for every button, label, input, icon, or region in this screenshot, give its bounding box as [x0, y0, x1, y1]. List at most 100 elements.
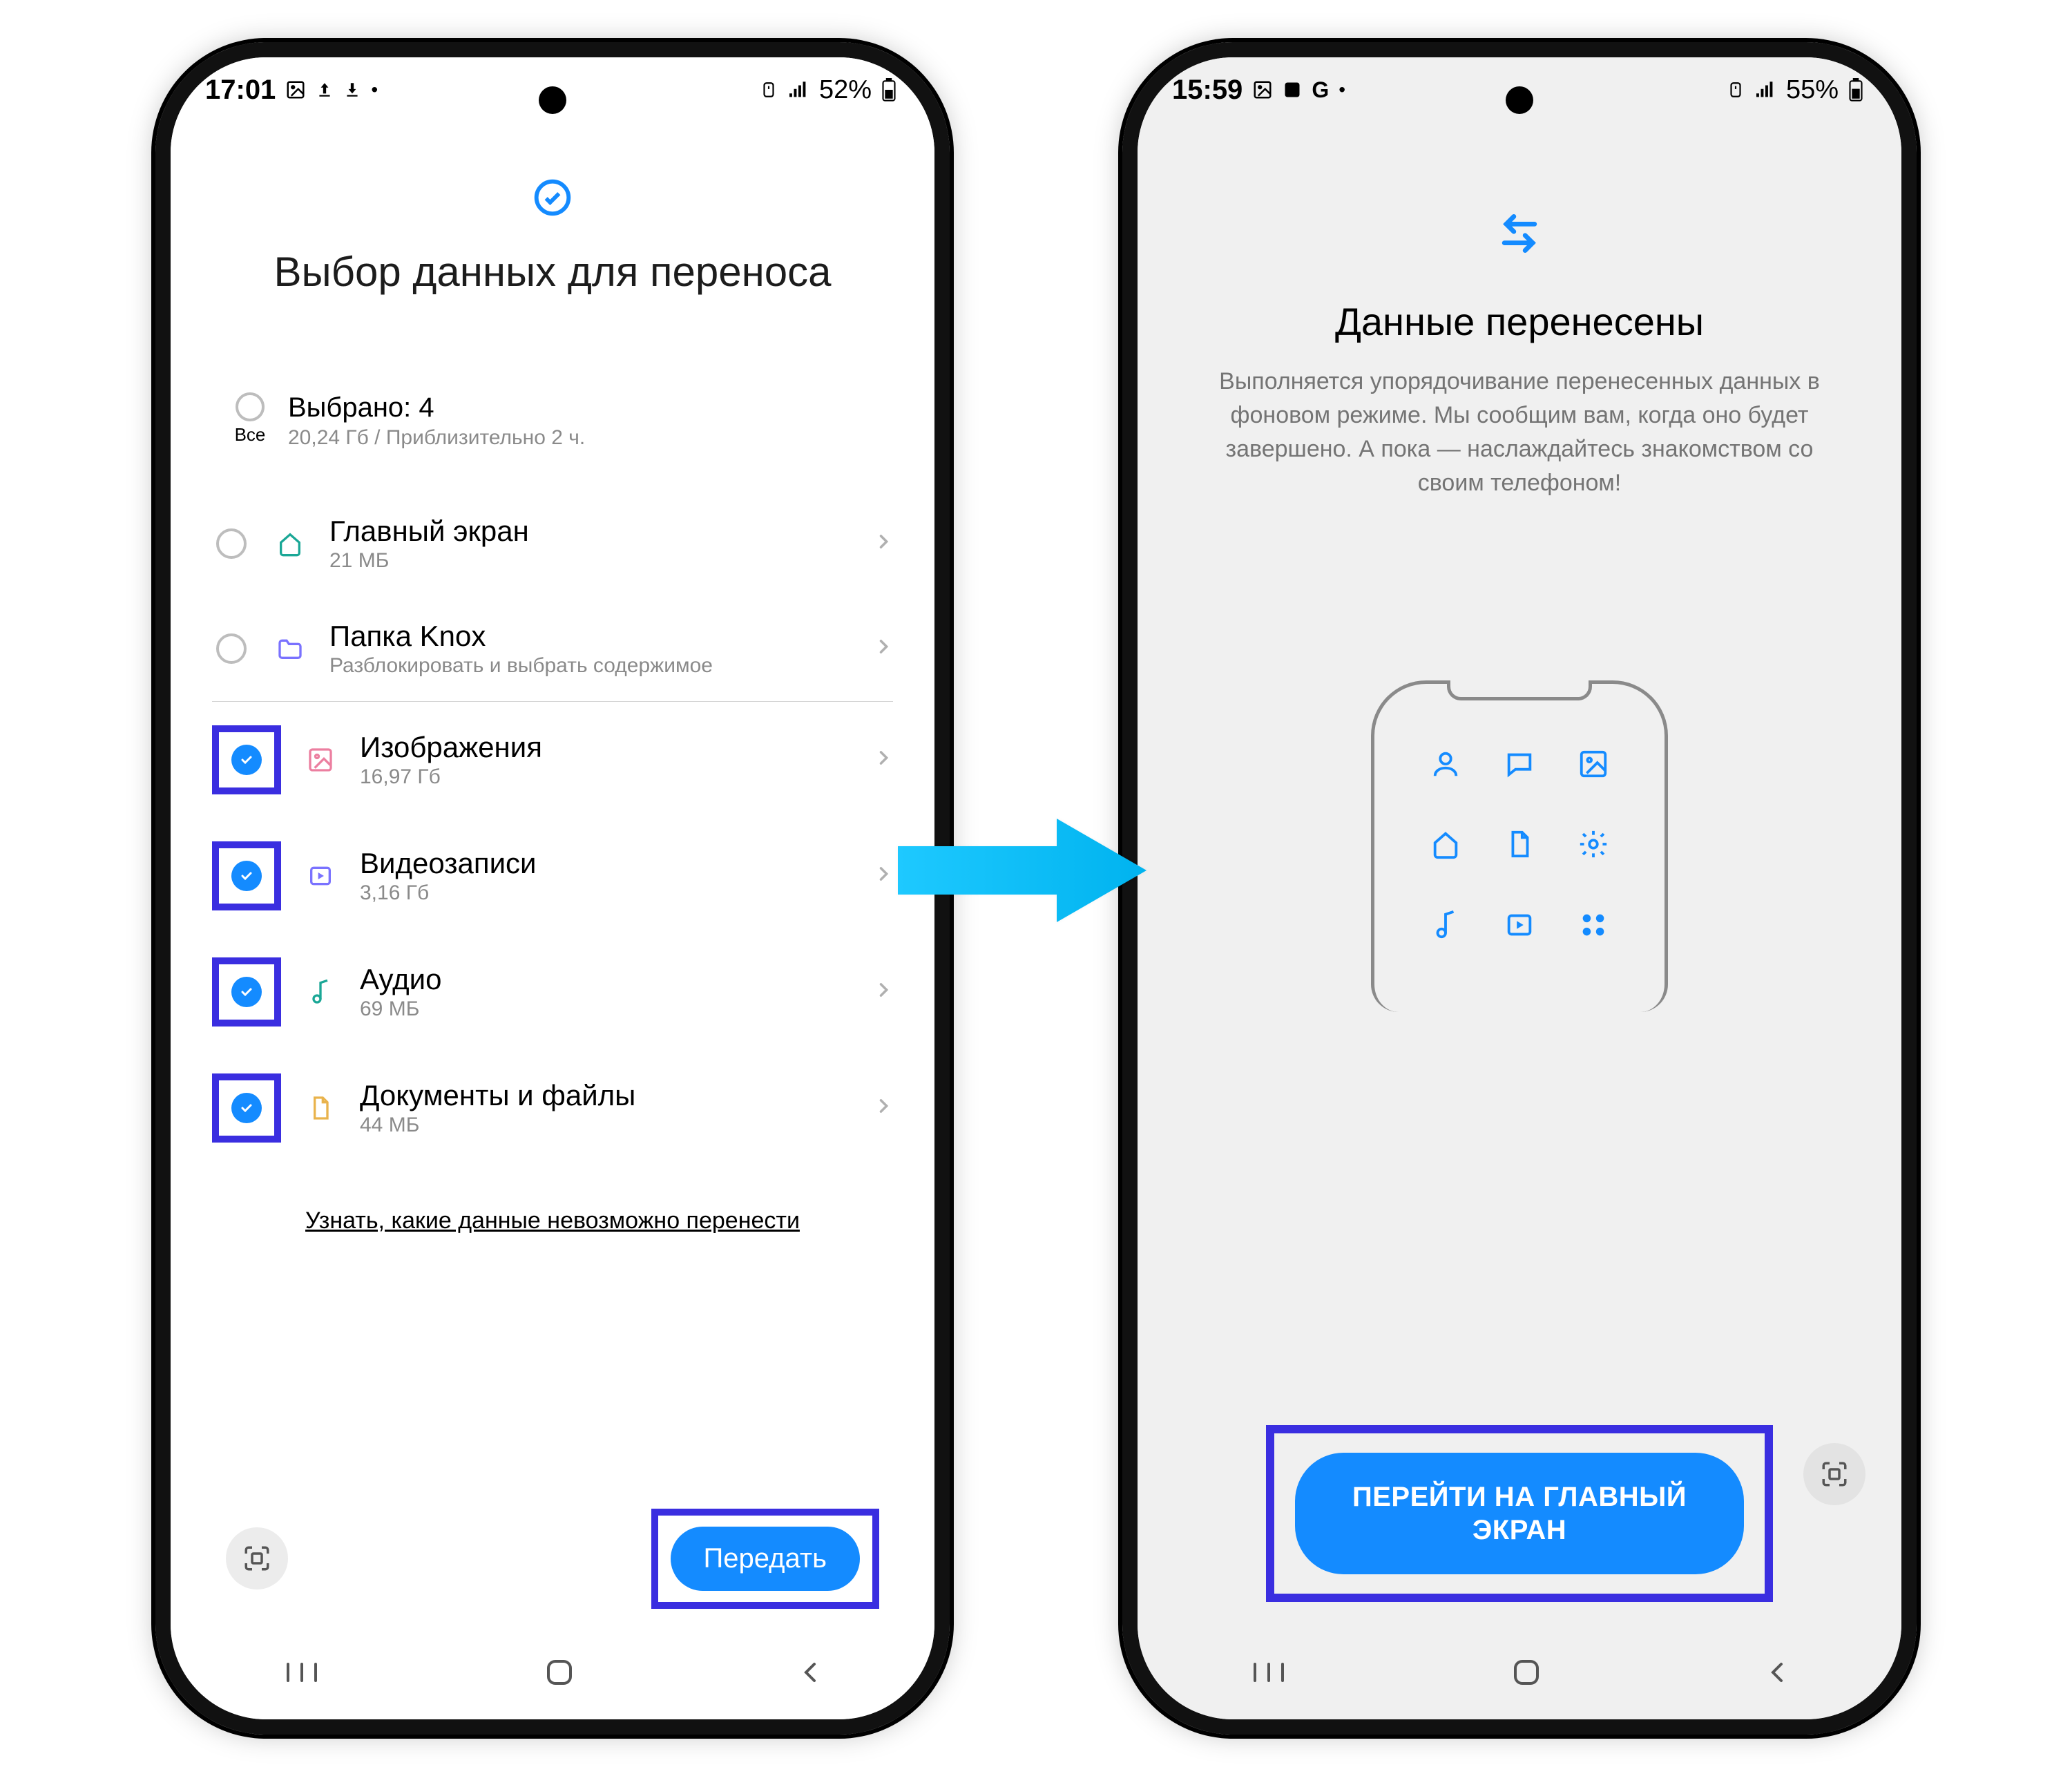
signal-icon — [1754, 81, 1776, 99]
signal-icon — [787, 81, 809, 99]
item-checkbox[interactable] — [231, 745, 262, 775]
select-all-row[interactable]: Все Выбрано: 4 20,24 Гб / Приблизительно… — [212, 392, 893, 464]
image-icon — [285, 79, 306, 100]
chevron-right-icon — [874, 864, 893, 887]
select-all-label: Все — [235, 424, 266, 446]
home-icon — [274, 528, 306, 560]
list-item[interactable]: Главный экран21 МБ — [212, 491, 893, 596]
capture-button[interactable] — [1803, 1443, 1865, 1505]
checkbox-highlight — [212, 841, 281, 910]
send-button[interactable]: Передать — [671, 1527, 860, 1591]
nav-home[interactable] — [1511, 1657, 1542, 1691]
data-icon — [1727, 79, 1745, 100]
apps-icon — [1577, 909, 1609, 944]
nav-back[interactable] — [1763, 1659, 1791, 1690]
item-checkbox[interactable] — [231, 861, 262, 891]
checkbox-highlight — [212, 629, 251, 668]
doc-icon — [305, 1092, 336, 1124]
home-button-highlight: ПЕРЕЙТИ НА ГЛАВНЫЙ ЭКРАН — [1266, 1425, 1773, 1602]
item-sub: 69 МБ — [360, 997, 850, 1021]
swap-arrows-icon — [1496, 213, 1543, 258]
item-checkbox[interactable] — [216, 633, 247, 664]
doc-icon — [1504, 828, 1535, 863]
status-time: 17:01 — [205, 75, 276, 106]
system-nav — [171, 1630, 934, 1719]
download-icon — [343, 79, 361, 100]
chevron-right-icon — [874, 637, 893, 660]
volume-button — [1915, 389, 1917, 582]
transferred-illustration — [1371, 680, 1668, 1012]
image-icon — [1577, 748, 1609, 783]
item-name: Папка Knox — [329, 620, 850, 653]
dot-icon: • — [1339, 79, 1345, 101]
nav-recents[interactable] — [1248, 1660, 1289, 1688]
list-item[interactable]: Документы и файлы44 МБ — [212, 1050, 893, 1166]
camera-hole — [1506, 86, 1533, 114]
chevron-right-icon — [874, 532, 893, 555]
home-icon — [1430, 828, 1461, 863]
item-checkbox[interactable] — [231, 1093, 262, 1123]
transition-arrow-icon — [898, 808, 1147, 936]
app-icon — [1283, 80, 1302, 99]
item-name: Изображения — [360, 731, 850, 764]
page-description: Выполняется упорядочивание перенесенных … — [1179, 365, 1860, 501]
image-icon — [305, 744, 336, 776]
list-item[interactable]: Аудио69 МБ — [212, 934, 893, 1050]
nav-recents[interactable] — [281, 1660, 323, 1688]
video-icon — [1504, 909, 1535, 944]
list-item[interactable]: Папка KnoxРазблокировать и выбрать содер… — [212, 596, 893, 701]
image-icon — [1252, 79, 1273, 100]
checkbox-highlight — [212, 957, 281, 1027]
item-sub: 44 МБ — [360, 1114, 850, 1137]
page-title: Выбор данных для переноса — [212, 248, 893, 296]
power-button — [948, 631, 950, 755]
battery-icon — [1848, 78, 1863, 102]
video-icon — [305, 860, 336, 892]
item-checkbox[interactable] — [231, 977, 262, 1007]
list-item[interactable]: Видеозаписи3,16 Гб — [212, 818, 893, 934]
item-name: Документы и файлы — [360, 1079, 850, 1112]
nav-back[interactable] — [796, 1659, 824, 1690]
data-category-list: Главный экран21 МБПапка KnoxРазблокирова… — [212, 491, 893, 1166]
folder-icon — [274, 633, 306, 665]
check-circle-icon — [533, 178, 572, 220]
upload-icon — [316, 79, 334, 100]
item-sub: 16,97 Гб — [360, 765, 850, 789]
page-title: Данные перенесены — [1179, 299, 1860, 344]
battery-icon — [881, 78, 896, 102]
item-name: Главный экран — [329, 515, 850, 548]
checkbox-highlight — [212, 1073, 281, 1143]
item-sub: Разблокировать и выбрать содержимое — [329, 654, 850, 678]
go-home-button[interactable]: ПЕРЕЙТИ НА ГЛАВНЫЙ ЭКРАН — [1295, 1453, 1744, 1574]
checkbox-highlight — [212, 524, 251, 563]
volume-button — [948, 389, 950, 582]
send-button-highlight: Передать — [651, 1509, 879, 1609]
data-icon — [760, 79, 778, 100]
selected-count: Выбрано: 4 — [288, 392, 585, 423]
contact-icon — [1430, 748, 1461, 783]
message-icon — [1504, 748, 1535, 783]
google-icon: G — [1312, 77, 1329, 103]
status-time: 15:59 — [1172, 75, 1243, 106]
item-checkbox[interactable] — [216, 528, 247, 559]
capture-button[interactable] — [226, 1527, 288, 1589]
nav-home[interactable] — [544, 1657, 575, 1691]
list-item[interactable]: Изображения16,97 Гб — [212, 702, 893, 818]
system-nav — [1138, 1630, 1901, 1719]
source-phone-frame: 17:01 • 52% Выбор данных для перено — [155, 42, 950, 1735]
item-name: Видеозаписи — [360, 847, 850, 880]
chevron-right-icon — [874, 1096, 893, 1119]
battery-text: 55% — [1786, 75, 1839, 105]
selected-summary: 20,24 Гб / Приблизительно 2 ч. — [288, 426, 585, 450]
camera-hole — [539, 86, 566, 114]
select-all-checkbox[interactable] — [236, 392, 265, 421]
audio-icon — [1430, 909, 1461, 944]
item-sub: 3,16 Гб — [360, 881, 850, 905]
learn-more-link[interactable]: Узнать, какие данные невозможно перенест… — [212, 1207, 893, 1234]
chevron-right-icon — [874, 980, 893, 1003]
target-phone-frame: 15:59 G • 55% Данные перенесены — [1122, 42, 1917, 1735]
power-button — [1915, 631, 1917, 755]
gear-icon — [1577, 828, 1609, 863]
battery-text: 52% — [819, 75, 872, 105]
item-name: Аудио — [360, 963, 850, 996]
